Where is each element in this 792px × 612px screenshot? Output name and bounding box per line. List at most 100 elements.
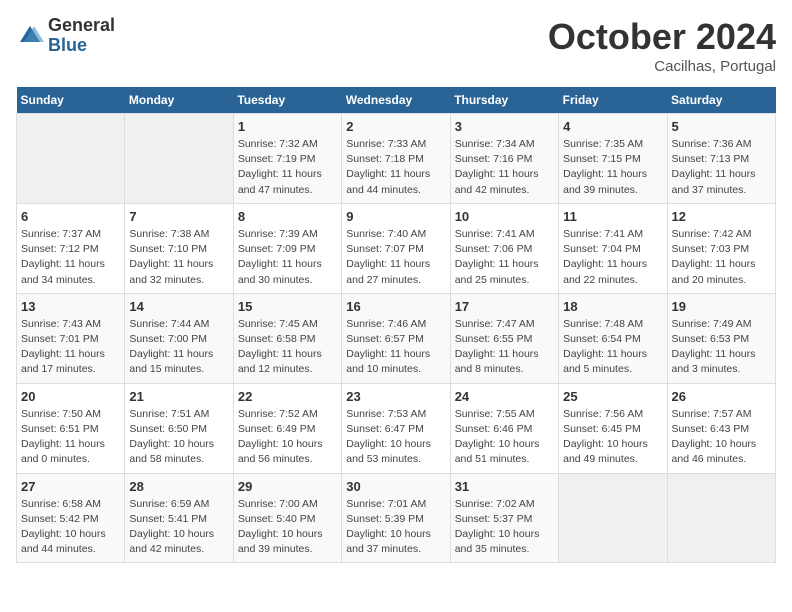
day-info: Sunrise: 7:35 AM Sunset: 7:15 PM Dayligh… (563, 137, 662, 198)
calendar-cell: 26 Sunrise: 7:57 AM Sunset: 6:43 PM Dayli… (667, 383, 775, 473)
day-number: 1 (238, 119, 337, 134)
calendar-cell: 20Sunrise: 7:50 AM Sunset: 6:51 PM Dayli… (17, 383, 125, 473)
logo-text: General Blue (48, 16, 115, 56)
calendar-cell: 7 Sunrise: 7:38 AM Sunset: 7:10 PM Daylig… (125, 203, 233, 293)
day-number: 27 (21, 479, 120, 494)
day-number: 24 (455, 389, 554, 404)
day-info: Sunrise: 7:53 AM Sunset: 6:47 PM Dayligh… (346, 407, 445, 468)
month-title: October 2024 (548, 16, 776, 58)
day-info: Sunrise: 7:47 AM Sunset: 6:55 PM Dayligh… (455, 317, 554, 378)
day-info: Sunrise: 7:52 AM Sunset: 6:49 PM Dayligh… (238, 407, 337, 468)
calendar-table: SundayMondayTuesdayWednesdayThursdayFrid… (16, 87, 776, 563)
day-info: Sunrise: 7:01 AM Sunset: 5:39 PM Dayligh… (346, 497, 445, 558)
day-number: 8 (238, 209, 337, 224)
day-info: Sunrise: 7:02 AM Sunset: 5:37 PM Dayligh… (455, 497, 554, 558)
day-info: Sunrise: 7:48 AM Sunset: 6:54 PM Dayligh… (563, 317, 662, 378)
calendar-cell: 1Sunrise: 7:32 AM Sunset: 7:19 PM Daylig… (233, 114, 341, 204)
calendar-cell: 16Sunrise: 7:46 AM Sunset: 6:57 PM Dayli… (342, 293, 450, 383)
calendar-cell: 17Sunrise: 7:47 AM Sunset: 6:55 PM Dayli… (450, 293, 558, 383)
day-info: Sunrise: 7:33 AM Sunset: 7:18 PM Dayligh… (346, 137, 445, 198)
day-number: 23 (346, 389, 445, 404)
calendar-cell: 5 Sunrise: 7:36 AM Sunset: 7:13 PM Daylig… (667, 114, 775, 204)
day-number: 2 (346, 119, 445, 134)
day-info: Sunrise: 7:41 AM Sunset: 7:04 PM Dayligh… (563, 227, 662, 288)
calendar-cell: 8Sunrise: 7:39 AM Sunset: 7:09 PM Daylig… (233, 203, 341, 293)
calendar-cell: 11 Sunrise: 7:41 AM Sunset: 7:04 PM Dayli… (559, 203, 667, 293)
logo: General Blue (16, 16, 115, 56)
calendar-cell: 4 Sunrise: 7:35 AM Sunset: 7:15 PM Daylig… (559, 114, 667, 204)
calendar-week-5: 27Sunrise: 6:58 AM Sunset: 5:42 PM Dayli… (17, 473, 776, 563)
day-number: 7 (129, 209, 228, 224)
day-info: Sunrise: 7:57 AM Sunset: 6:43 PM Dayligh… (672, 407, 771, 468)
calendar-cell: 22 Sunrise: 7:52 AM Sunset: 6:49 PM Dayli… (233, 383, 341, 473)
weekday-header-thursday: Thursday (450, 87, 558, 114)
calendar-week-3: 13 Sunrise: 7:43 AM Sunset: 7:01 PM Dayli… (17, 293, 776, 383)
day-number: 4 (563, 119, 662, 134)
calendar-week-1: 1Sunrise: 7:32 AM Sunset: 7:19 PM Daylig… (17, 114, 776, 204)
logo-general: General (48, 16, 115, 36)
calendar-cell: 13 Sunrise: 7:43 AM Sunset: 7:01 PM Dayli… (17, 293, 125, 383)
logo-blue: Blue (48, 36, 115, 56)
calendar-cell: 24 Sunrise: 7:55 AM Sunset: 6:46 PM Dayli… (450, 383, 558, 473)
day-info: Sunrise: 7:46 AM Sunset: 6:57 PM Dayligh… (346, 317, 445, 378)
day-info: Sunrise: 7:44 AM Sunset: 7:00 PM Dayligh… (129, 317, 228, 378)
day-info: Sunrise: 7:41 AM Sunset: 7:06 PM Dayligh… (455, 227, 554, 288)
weekday-header-tuesday: Tuesday (233, 87, 341, 114)
day-info: Sunrise: 7:36 AM Sunset: 7:13 PM Dayligh… (672, 137, 771, 198)
weekday-header-sunday: Sunday (17, 87, 125, 114)
calendar-cell: 10Sunrise: 7:41 AM Sunset: 7:06 PM Dayli… (450, 203, 558, 293)
day-info: Sunrise: 7:45 AM Sunset: 6:58 PM Dayligh… (238, 317, 337, 378)
day-number: 25 (563, 389, 662, 404)
day-number: 13 (21, 299, 120, 314)
day-info: Sunrise: 7:55 AM Sunset: 6:46 PM Dayligh… (455, 407, 554, 468)
day-info: Sunrise: 7:42 AM Sunset: 7:03 PM Dayligh… (672, 227, 771, 288)
calendar-cell: 14 Sunrise: 7:44 AM Sunset: 7:00 PM Dayli… (125, 293, 233, 383)
calendar-cell (125, 114, 233, 204)
day-number: 15 (238, 299, 337, 314)
day-number: 29 (238, 479, 337, 494)
day-number: 14 (129, 299, 228, 314)
day-number: 21 (129, 389, 228, 404)
day-number: 30 (346, 479, 445, 494)
day-info: Sunrise: 7:37 AM Sunset: 7:12 PM Dayligh… (21, 227, 120, 288)
calendar-cell: 25 Sunrise: 7:56 AM Sunset: 6:45 PM Dayli… (559, 383, 667, 473)
weekday-header-monday: Monday (125, 87, 233, 114)
calendar-cell: 28 Sunrise: 6:59 AM Sunset: 5:41 PM Dayli… (125, 473, 233, 563)
day-info: Sunrise: 7:43 AM Sunset: 7:01 PM Dayligh… (21, 317, 120, 378)
calendar-cell: 21 Sunrise: 7:51 AM Sunset: 6:50 PM Dayli… (125, 383, 233, 473)
day-number: 26 (672, 389, 771, 404)
logo-icon (16, 22, 44, 50)
calendar-cell: 6 Sunrise: 7:37 AM Sunset: 7:12 PM Daylig… (17, 203, 125, 293)
weekday-header-friday: Friday (559, 87, 667, 114)
calendar-week-4: 20Sunrise: 7:50 AM Sunset: 6:51 PM Dayli… (17, 383, 776, 473)
calendar-week-2: 6 Sunrise: 7:37 AM Sunset: 7:12 PM Daylig… (17, 203, 776, 293)
day-info: Sunrise: 6:59 AM Sunset: 5:41 PM Dayligh… (129, 497, 228, 558)
calendar-cell: 2 Sunrise: 7:33 AM Sunset: 7:18 PM Daylig… (342, 114, 450, 204)
day-info: Sunrise: 7:56 AM Sunset: 6:45 PM Dayligh… (563, 407, 662, 468)
calendar-cell (559, 473, 667, 563)
day-number: 19 (672, 299, 771, 314)
day-number: 6 (21, 209, 120, 224)
day-info: Sunrise: 7:40 AM Sunset: 7:07 PM Dayligh… (346, 227, 445, 288)
calendar-cell: 9 Sunrise: 7:40 AM Sunset: 7:07 PM Daylig… (342, 203, 450, 293)
day-number: 11 (563, 209, 662, 224)
calendar-cell: 29 Sunrise: 7:00 AM Sunset: 5:40 PM Dayli… (233, 473, 341, 563)
page-header: General Blue October 2024 Cacilhas, Port… (16, 16, 776, 75)
calendar-cell (667, 473, 775, 563)
day-info: Sunrise: 7:00 AM Sunset: 5:40 PM Dayligh… (238, 497, 337, 558)
day-number: 28 (129, 479, 228, 494)
weekday-header-wednesday: Wednesday (342, 87, 450, 114)
weekday-header-saturday: Saturday (667, 87, 775, 114)
day-info: Sunrise: 7:49 AM Sunset: 6:53 PM Dayligh… (672, 317, 771, 378)
calendar-cell: 12Sunrise: 7:42 AM Sunset: 7:03 PM Dayli… (667, 203, 775, 293)
day-number: 9 (346, 209, 445, 224)
day-number: 5 (672, 119, 771, 134)
day-number: 22 (238, 389, 337, 404)
calendar-cell: 31Sunrise: 7:02 AM Sunset: 5:37 PM Dayli… (450, 473, 558, 563)
calendar-cell: 19 Sunrise: 7:49 AM Sunset: 6:53 PM Dayli… (667, 293, 775, 383)
day-info: Sunrise: 7:38 AM Sunset: 7:10 PM Dayligh… (129, 227, 228, 288)
title-block: October 2024 Cacilhas, Portugal (548, 16, 776, 75)
calendar-cell: 18Sunrise: 7:48 AM Sunset: 6:54 PM Dayli… (559, 293, 667, 383)
location: Cacilhas, Portugal (548, 58, 776, 75)
day-info: Sunrise: 7:51 AM Sunset: 6:50 PM Dayligh… (129, 407, 228, 468)
